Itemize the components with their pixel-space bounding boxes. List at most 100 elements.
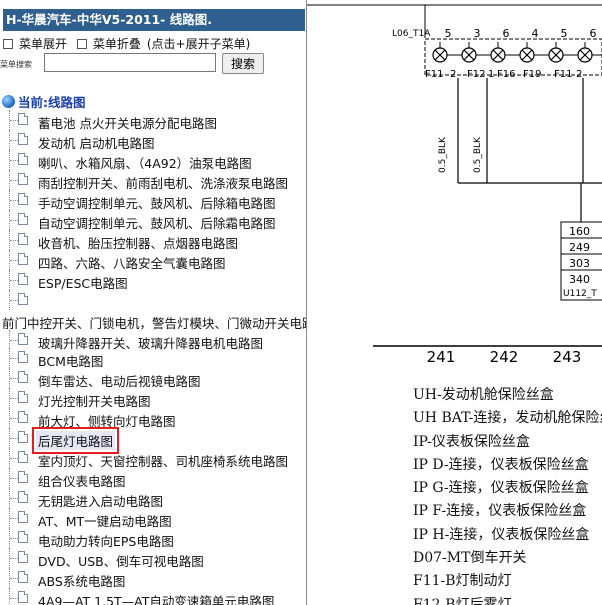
fuse-pin-number: 6	[590, 27, 597, 40]
tree-item[interactable]: AT、MT一键启动电路图	[0, 508, 306, 529]
tree-branch	[10, 200, 18, 202]
tree-item-label[interactable]: 4A9—AT 1.5T—AT自动变速箱单元电路图	[38, 591, 274, 605]
tree-root[interactable]: 当前:线路图	[2, 92, 86, 110]
tree-item[interactable]: 倒车雷达、电动后视镜电路图	[0, 368, 306, 389]
tree-root-label: 当前:线路图	[18, 95, 86, 110]
document-icon	[18, 273, 28, 285]
tree-branch	[10, 438, 18, 440]
connector-pins: 160 249 303 340	[561, 221, 602, 286]
globe-icon	[2, 95, 15, 108]
legend-entry: UH-发动机舱保险丝盒	[413, 387, 554, 403]
wiring-diagram: L06_T1A 5 3 6 4 5 6 F11 2 F12 1 F16 F19 F11 2 0.5_BL…	[307, 4, 602, 366]
tree-item[interactable]: ABS系统电路图	[0, 568, 306, 589]
connector-pin: 249	[569, 241, 590, 254]
tree-branch	[10, 418, 18, 420]
tree-item[interactable]: 无钥匙进入启动电路图	[0, 488, 306, 509]
tree-branch	[10, 598, 18, 600]
legend-entry: UH BAT-连接，发动机舱保险丝盒	[413, 410, 602, 427]
document-icon	[18, 213, 28, 225]
document-icon	[18, 431, 28, 443]
document-icon	[18, 491, 28, 503]
tree-branch	[10, 478, 18, 480]
tree-item[interactable]	[0, 290, 306, 310]
tree-item[interactable]: 收音机、胎压控制器、点烟器电路图	[0, 230, 306, 251]
document-icon	[18, 411, 28, 423]
fuse-name: F11	[554, 69, 572, 80]
document-icon	[18, 591, 28, 603]
tree-branch	[10, 280, 18, 282]
tree-item[interactable]: 四路、六路、八路安全气囊电路图	[0, 250, 306, 271]
connector-name: U112_T	[563, 289, 597, 299]
document-icon	[18, 113, 28, 125]
menu-collapse-link[interactable]: 菜单折叠	[93, 37, 141, 51]
tree-branch	[10, 140, 18, 142]
document-icon	[18, 551, 28, 563]
tree-branch	[10, 160, 18, 162]
tree-branch	[10, 458, 18, 460]
wire-label-2: 0.5_BLK	[473, 136, 483, 173]
legend-entry: D07-MT倒车开关	[413, 550, 527, 567]
search-button[interactable]: 搜索	[222, 53, 264, 74]
tree-item[interactable]: 手动空调控制单元、鼓风机、后除箱电路图	[0, 190, 306, 211]
document-icon	[18, 571, 28, 583]
tree-item[interactable]: 前门中控开关、门锁电机，警告灯模块、门微动开关电路图	[0, 310, 306, 331]
tree-item[interactable]: 组合仪表电路图	[0, 468, 306, 489]
tree-item[interactable]: 雨刮控制开关、前雨刮电机、洗涤液泵电路图	[0, 170, 306, 191]
tree-item[interactable]: 喇叭、水箱风扇、（4A92）油泵电路图	[0, 150, 306, 171]
fuse-symbols	[432, 42, 602, 63]
menu-title: H-华晨汽车-中华V5-2011- 线路图.	[3, 9, 305, 31]
grid-number: 242	[490, 348, 519, 366]
legend-entry: F11-B灯制动灯	[413, 573, 512, 590]
tree-item[interactable]: BCM电路图	[0, 348, 306, 369]
menu-expand-link[interactable]: 菜单展开	[19, 37, 67, 51]
tree-item[interactable]: 玻璃升降器开关、玻璃升降器电机电路图	[0, 330, 306, 351]
search-input[interactable]	[44, 53, 216, 72]
search-label: 菜单搜索	[0, 60, 32, 69]
tree-item[interactable]: 灯光控制开关电路图	[0, 388, 306, 409]
document-icon	[18, 333, 28, 345]
tree-item[interactable]: 室内顶灯、天窗控制器、司机座椅系统电路图	[0, 448, 306, 469]
fuse-pin-number: 6	[503, 27, 510, 40]
tree-item[interactable]: 后尾灯电路图	[0, 427, 306, 454]
legend-entry: F12-B灯后雾灯	[413, 596, 512, 605]
tree-branch	[10, 180, 18, 182]
fuse-pin-number: 4	[532, 27, 539, 40]
document-icon	[18, 451, 28, 463]
legend-entry: IP G-连接，仪表板保险丝盒	[413, 480, 589, 497]
tree-item[interactable]: 电动助力转向EPS电路图	[0, 528, 306, 549]
document-icon	[18, 253, 28, 265]
document-icon	[18, 351, 28, 363]
document-icon	[18, 193, 28, 205]
tree-item[interactable]: 蓄电池 点火开关电源分配电路图	[0, 110, 306, 131]
fuse-name: 1	[488, 69, 494, 80]
tree-item[interactable]: 发动机 启动机电路图	[0, 130, 306, 151]
tree-branch	[10, 358, 18, 360]
expand-icon[interactable]	[3, 38, 13, 49]
tree-branch	[10, 340, 18, 342]
diagram-legend: UH-发动机舱保险丝盒 UH BAT-连接，发动机舱保险丝盒 IP-仪表板保险丝盒 I…	[413, 384, 602, 605]
menu-pane: H-华晨汽车-中华V5-2011- 线路图. 菜单展开 菜单折叠 (点击+展开子菜…	[0, 0, 307, 605]
tree-branch	[10, 498, 18, 500]
document-icon	[18, 173, 28, 185]
tree-item[interactable]: DVD、USB、倒车可视电路图	[0, 548, 306, 569]
collapse-icon[interactable]	[76, 38, 87, 49]
tree-item[interactable]: 前大灯、侧转向灯电路图	[0, 408, 306, 429]
tree-item[interactable]: 4A9—AT 1.5T—AT自动变速箱单元电路图	[0, 588, 306, 605]
tree-item[interactable]: ESP/ESC电路图	[0, 270, 306, 291]
fuse-pin-number: 3	[474, 27, 481, 40]
tree-branch	[10, 558, 18, 560]
grid-number: 241	[427, 348, 456, 366]
tree-branch	[10, 538, 18, 540]
tree-branch	[10, 578, 18, 580]
fuse-name: F19	[523, 69, 541, 80]
tree-branch	[10, 518, 18, 520]
fuse-name: 2	[450, 69, 456, 80]
document-icon	[18, 233, 28, 245]
document-icon	[18, 391, 28, 403]
tree-item[interactable]: 自动空调控制单元、鼓风机、后除霜电路图	[0, 210, 306, 231]
tree-branch	[10, 398, 18, 400]
legend-entry: IP-仪表板保险丝盒	[413, 433, 530, 450]
tree-branch	[10, 120, 18, 122]
diagram-pane: L06_T1A 5 3 6 4 5 6 F11 2 F12 1 F16 F19 F11 2 0.5_BL…	[307, 0, 602, 605]
fuse-name: F16	[497, 69, 515, 80]
